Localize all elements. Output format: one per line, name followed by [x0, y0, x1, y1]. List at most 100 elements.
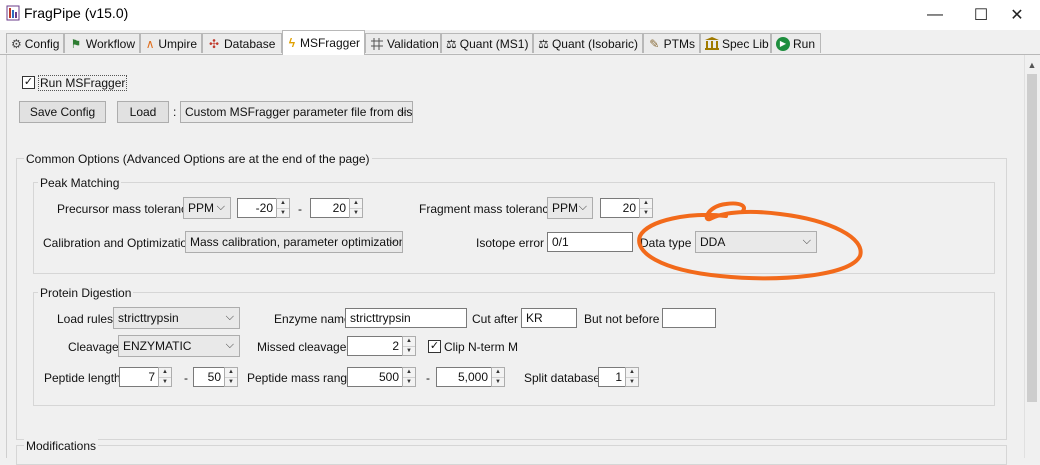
modifications-group [16, 445, 1007, 465]
tab-umpire[interactable]: ∧ Umpire [140, 33, 202, 53]
range-dash: - [426, 371, 430, 385]
split-database-label: Split database [524, 371, 601, 385]
calibration-label: Calibration and Optimization [43, 236, 194, 250]
enzyme-name-field[interactable]: stricttrypsin [345, 308, 467, 328]
but-not-before-label: But not before [584, 312, 660, 326]
cut-after-label: Cut after [472, 312, 519, 326]
tab-database[interactable]: ✣ Database [202, 33, 282, 53]
peptide-length-min-field[interactable]: 7 [119, 367, 159, 387]
but-not-before-field[interactable] [662, 308, 716, 328]
molecule-icon: ✣ [208, 36, 220, 51]
tab-msfragger[interactable]: ϟ MSFragger [282, 30, 365, 55]
tab-label: Database [224, 36, 276, 51]
run-msfragger-label: Run MSFragger [38, 75, 128, 91]
play-icon: ▶ [776, 36, 790, 51]
chevron-down-icon: ⌵ [578, 200, 587, 213]
save-config-button[interactable]: Save Config [19, 101, 106, 123]
split-database-field[interactable]: 1 [598, 367, 626, 387]
tab-spec-lib[interactable]: Spec Lib [700, 33, 771, 53]
peptide-length-min-spinner[interactable]: ▲ ▼ [158, 367, 172, 387]
peptide-mass-max-field[interactable]: 5,000 [436, 367, 492, 387]
chevron-down-icon: ⌵ [225, 310, 234, 323]
calibration-dropdown[interactable]: Mass calibration, parameter optimization… [185, 231, 403, 253]
missed-cleavages-label: Missed cleavages [257, 340, 353, 354]
peptide-mass-min-spinner[interactable]: ▲ ▼ [402, 367, 416, 387]
close-button[interactable]: ✕ [994, 0, 1040, 30]
missed-cleavages-spinner[interactable]: ▲ ▼ [402, 336, 416, 356]
tab-ptms[interactable]: ✎ PTMs [643, 33, 700, 53]
load-rules-dropdown[interactable]: stricttrypsin ⌵ [113, 307, 240, 329]
annotation-circle [637, 201, 863, 281]
cleavage-label: Cleavage [68, 340, 119, 354]
peptide-mass-range-label: Peptide mass range [247, 371, 354, 385]
gear-icon: ⚙ [11, 36, 22, 51]
peptide-mass-min-field[interactable]: 500 [347, 367, 403, 387]
range-dash: - [184, 371, 188, 385]
cleavage-dropdown[interactable]: ENZYMATIC ⌵ [118, 335, 240, 357]
tab-quant-ms1[interactable]: ⚖ Quant (MS1) [441, 33, 533, 53]
tab-label: Quant (Isobaric) [551, 36, 638, 51]
tab-label: Quant (MS1) [459, 36, 529, 51]
tab-label: Spec Lib [722, 36, 769, 51]
workflow-icon: ⚑ [70, 36, 82, 51]
load-source-dropdown[interactable]: Custom MSFragger parameter file from dis… [180, 101, 413, 123]
peptide-mass-max-spinner[interactable]: ▲ ▼ [491, 367, 505, 387]
isotope-error-field[interactable]: 0/1 [547, 232, 633, 252]
split-database-spinner[interactable]: ▲ ▼ [625, 367, 639, 387]
tab-label: MSFragger [299, 36, 360, 50]
precursor-low-field[interactable]: -20 [237, 198, 277, 218]
peptide-length-label: Peptide length [44, 371, 121, 385]
peptide-length-max-spinner[interactable]: ▲ ▼ [224, 367, 238, 387]
fragment-tolerance-label: Fragment mass tolerance [419, 202, 556, 216]
chevron-down-icon: ⌵ [388, 234, 397, 247]
peptide-length-max-field[interactable]: 50 [193, 367, 225, 387]
minimize-button[interactable]: — [912, 0, 958, 30]
common-options-title: Common Options (Advanced Options are at … [24, 152, 372, 166]
precursor-low-spinner[interactable]: ▲ ▼ [276, 198, 290, 218]
missed-cleavages-field[interactable]: 2 [347, 336, 403, 356]
tab-label: Workflow [85, 36, 135, 51]
precursor-high-spinner[interactable]: ▲ ▼ [349, 198, 363, 218]
tab-config[interactable]: ⚙ Config [6, 33, 64, 53]
load-rules-label: Load rules [57, 312, 114, 326]
run-msfragger-checkbox[interactable]: ✓ [22, 76, 35, 89]
validation-icon [370, 37, 384, 51]
precursor-unit-dropdown[interactable]: PPM ⌵ [183, 197, 231, 219]
fragpipe-app-icon [6, 5, 20, 21]
tab-label: Validation [387, 36, 439, 51]
scale-icon: ⚖ [538, 36, 549, 51]
precursor-unit-value: PPM [188, 201, 215, 215]
cut-after-field[interactable]: KR [521, 308, 577, 328]
chevron-down-icon: ⌵ [398, 104, 407, 117]
tab-workflow[interactable]: ⚑ Workflow [64, 33, 140, 53]
tab-label: PTMs [663, 36, 695, 51]
tab-run[interactable]: ▶ Run [771, 33, 821, 53]
fragment-unit-dropdown[interactable]: PPM ⌵ [547, 197, 593, 219]
precursor-high-field[interactable]: 20 [310, 198, 350, 218]
chevron-down-icon: ⌵ [216, 200, 225, 213]
tab-validation[interactable]: Validation [365, 33, 441, 53]
protein-digestion-title: Protein Digestion [38, 286, 134, 300]
scroll-up-arrow-icon[interactable]: ▲ [1024, 57, 1040, 73]
modifications-title: Modifications [24, 439, 99, 453]
scale-icon: ⚖ [446, 36, 457, 51]
precursor-tolerance-label: Precursor mass tolerance [57, 202, 194, 216]
clip-nterm-checkbox[interactable]: ✓ [428, 340, 441, 353]
scrollbar-thumb[interactable] [1027, 74, 1037, 402]
tab-label: Umpire [158, 36, 197, 51]
chevron-down-icon: ⌵ [225, 338, 234, 351]
window-title: FragPipe (v15.0) [24, 5, 129, 21]
library-icon [705, 37, 719, 51]
tab-label: Config [24, 36, 60, 51]
peak-icon: ∧ [145, 36, 155, 51]
title-bar [0, 0, 1040, 30]
load-rules-value: stricttrypsin [118, 311, 179, 325]
fragment-unit-value: PPM [552, 201, 579, 215]
range-dash: - [298, 202, 302, 216]
enzyme-name-label: Enzyme name [274, 312, 351, 326]
clip-nterm-label: Clip N-term M [444, 340, 518, 354]
cleavage-value: ENZYMATIC [123, 339, 192, 353]
load-button[interactable]: Load [117, 101, 169, 123]
calibration-value: Mass calibration, parameter optimization [190, 235, 403, 249]
tab-quant-isobaric[interactable]: ⚖ Quant (Isobaric) [533, 33, 643, 53]
